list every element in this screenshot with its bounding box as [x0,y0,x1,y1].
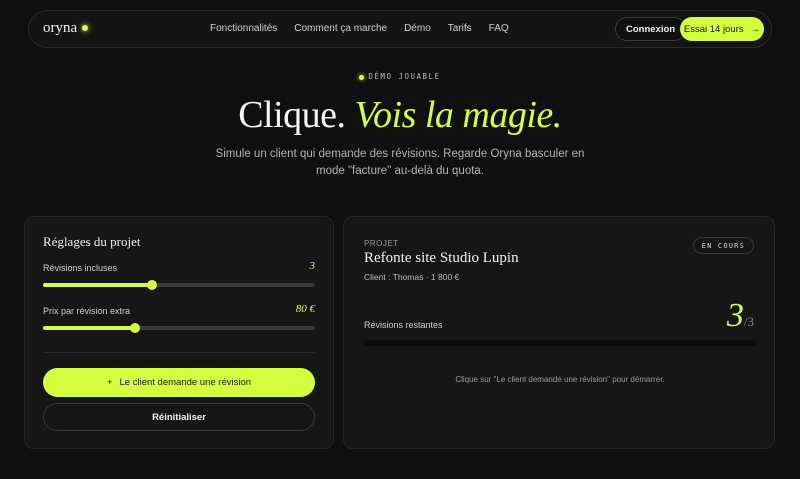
logo-text: oryna [43,20,78,36]
revisions-slider-thumb[interactable] [146,280,157,290]
trial-button[interactable]: Essai 14 jours → [680,17,764,41]
settings-title: Réglages du projet [43,234,141,249]
start-hint: Clique sur "Le client demande une révisi… [455,375,665,384]
logo-dot-icon [82,24,89,31]
project-panel: PROJET Refonte site Studio Lupin Client … [343,216,775,449]
logo[interactable]: oryna [43,20,89,37]
trial-button-label: Essai 14 jours [683,23,744,35]
price-slider-thumb[interactable] [130,323,141,333]
remaining-label: Révisions restantes [364,320,443,330]
price-label: Prix par révision extra [43,306,131,316]
revisions-progress-bar [364,340,756,346]
remaining-counter: 3/3 [727,297,754,335]
badge-label: DÉMO JOUABLE [368,72,441,81]
nav-link-faq[interactable]: FAQ [489,23,509,34]
hero-title-part2: Vois la magie. [354,94,563,136]
remaining-total: /3 [743,314,754,329]
project-client: Client : Thomas · 1 800 € [364,272,460,282]
revisions-label: Révisions incluses [43,263,118,273]
divider [43,352,315,353]
price-slider[interactable] [43,323,315,333]
revisions-value: 3 [309,260,316,272]
top-navbar: oryna Fonctionnalités Comment ça marche … [28,10,772,48]
price-slider-fill [43,326,136,330]
revisions-slider-fill [43,283,152,287]
status-badge: EN COURS [692,237,754,254]
nav-link-demo[interactable]: Démo [404,23,431,34]
request-revision-button[interactable]: + Le client demande une révision [43,368,315,397]
hero-title: Clique. Vois la magie. [0,93,800,137]
nav-link-comment[interactable]: Comment ça marche [294,23,387,34]
request-revision-label: Le client demande une révision [119,377,252,388]
price-value: 80 € [295,303,315,315]
nav-link-tarifs[interactable]: Tarifs [448,23,472,34]
demo-badge: DÉMO JOUABLE [0,72,800,81]
arrow-right-icon: → [750,23,761,35]
nav-links: Fonctionnalités Comment ça marche Démo T… [210,23,526,34]
hero-subtitle: Simule un client qui demande des révisio… [215,148,585,177]
remaining-count: 3 [726,297,744,334]
project-title: Refonte site Studio Lupin [364,250,519,266]
plus-icon: + [106,377,113,388]
reset-button[interactable]: Réinitialiser [43,403,315,431]
hero-title-part1: Clique. [238,94,346,136]
settings-panel: Réglages du projet Révisions incluses 3 … [24,216,334,449]
nav-link-fonctionnalites[interactable]: Fonctionnalités [210,23,277,34]
revisions-slider[interactable] [43,280,315,290]
badge-dot-icon [359,74,365,80]
login-button[interactable]: Connexion [615,17,687,41]
project-kicker: PROJET [364,239,399,248]
